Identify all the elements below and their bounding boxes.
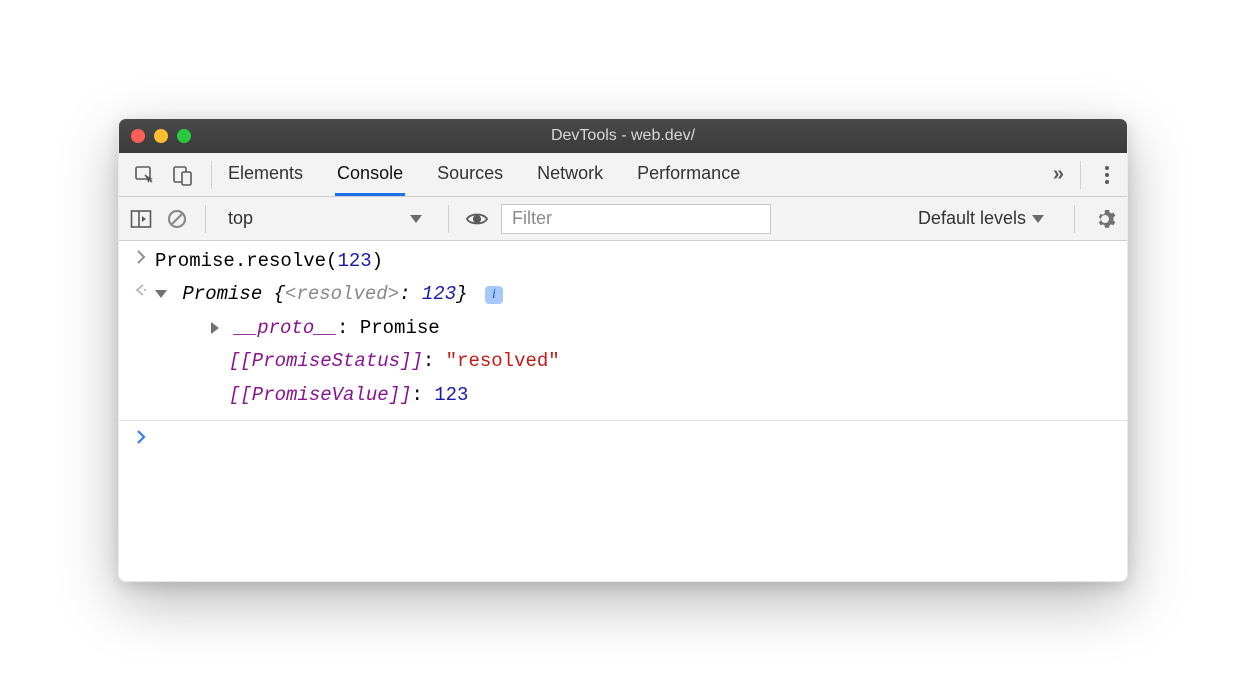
levels-label: Default levels — [918, 208, 1026, 229]
log-levels-selector[interactable]: Default levels — [918, 208, 1048, 229]
console-prompt[interactable] — [119, 420, 1127, 446]
titlebar: DevTools - web.dev/ — [119, 119, 1127, 153]
context-label: top — [228, 208, 253, 229]
more-tabs-icon[interactable]: » — [1047, 163, 1070, 186]
console-input-echo: Promise.resolve(123) — [119, 245, 1127, 278]
output-child-value[interactable]: [[PromiseValue]]: 123 — [119, 379, 1127, 412]
tab-sources[interactable]: Sources — [435, 153, 505, 196]
divider — [1080, 161, 1081, 189]
output-child-status[interactable]: [[PromiseStatus]]: "resolved" — [119, 345, 1127, 378]
info-icon[interactable]: i — [485, 286, 503, 304]
output-child-proto[interactable]: __proto__: Promise — [119, 312, 1127, 345]
input-code: Promise.resolve(123) — [155, 250, 383, 272]
execution-context-selector[interactable]: top — [222, 208, 432, 229]
toggle-sidebar-icon[interactable] — [129, 207, 153, 231]
window-title: DevTools - web.dev/ — [119, 127, 1127, 145]
dropdown-caret-icon — [1032, 215, 1044, 223]
console-settings-gear-icon[interactable] — [1093, 207, 1117, 231]
eye-live-expression-icon[interactable] — [465, 207, 489, 231]
expand-toggle-icon[interactable] — [155, 290, 167, 298]
output-marker-icon — [127, 280, 155, 309]
divider — [448, 205, 449, 233]
window-controls — [131, 129, 191, 143]
divider — [211, 161, 212, 189]
kebab-menu-icon[interactable] — [1095, 163, 1119, 187]
zoom-window-button[interactable] — [177, 129, 191, 143]
main-tabbar: Elements Console Sources Network Perform… — [119, 153, 1127, 197]
filter-input[interactable]: Filter — [501, 204, 771, 234]
expand-toggle-icon[interactable] — [211, 322, 219, 334]
tab-elements[interactable]: Elements — [226, 153, 305, 196]
divider — [205, 205, 206, 233]
divider — [1074, 205, 1075, 233]
panel-tabs: Elements Console Sources Network Perform… — [226, 153, 742, 196]
console-body: Promise.resolve(123) Promise {<resolved>… — [119, 241, 1127, 581]
devtools-window: DevTools - web.dev/ Elements Console — [118, 118, 1128, 582]
console-output-row: Promise {<resolved>: 123} i — [119, 278, 1127, 311]
input-marker-icon — [127, 247, 155, 276]
filter-placeholder: Filter — [512, 208, 552, 229]
tab-performance[interactable]: Performance — [635, 153, 742, 196]
dropdown-caret-icon — [410, 215, 422, 223]
tab-console[interactable]: Console — [335, 153, 405, 196]
clear-console-icon[interactable] — [165, 207, 189, 231]
close-window-button[interactable] — [131, 129, 145, 143]
prompt-marker-icon — [127, 427, 155, 444]
toggle-device-toolbar-icon[interactable] — [171, 163, 195, 187]
summary-class[interactable]: Promise — [182, 283, 262, 305]
tab-network[interactable]: Network — [535, 153, 605, 196]
inspect-element-icon[interactable] — [133, 163, 157, 187]
console-toolbar: top Filter Default levels — [119, 197, 1127, 241]
minimize-window-button[interactable] — [154, 129, 168, 143]
